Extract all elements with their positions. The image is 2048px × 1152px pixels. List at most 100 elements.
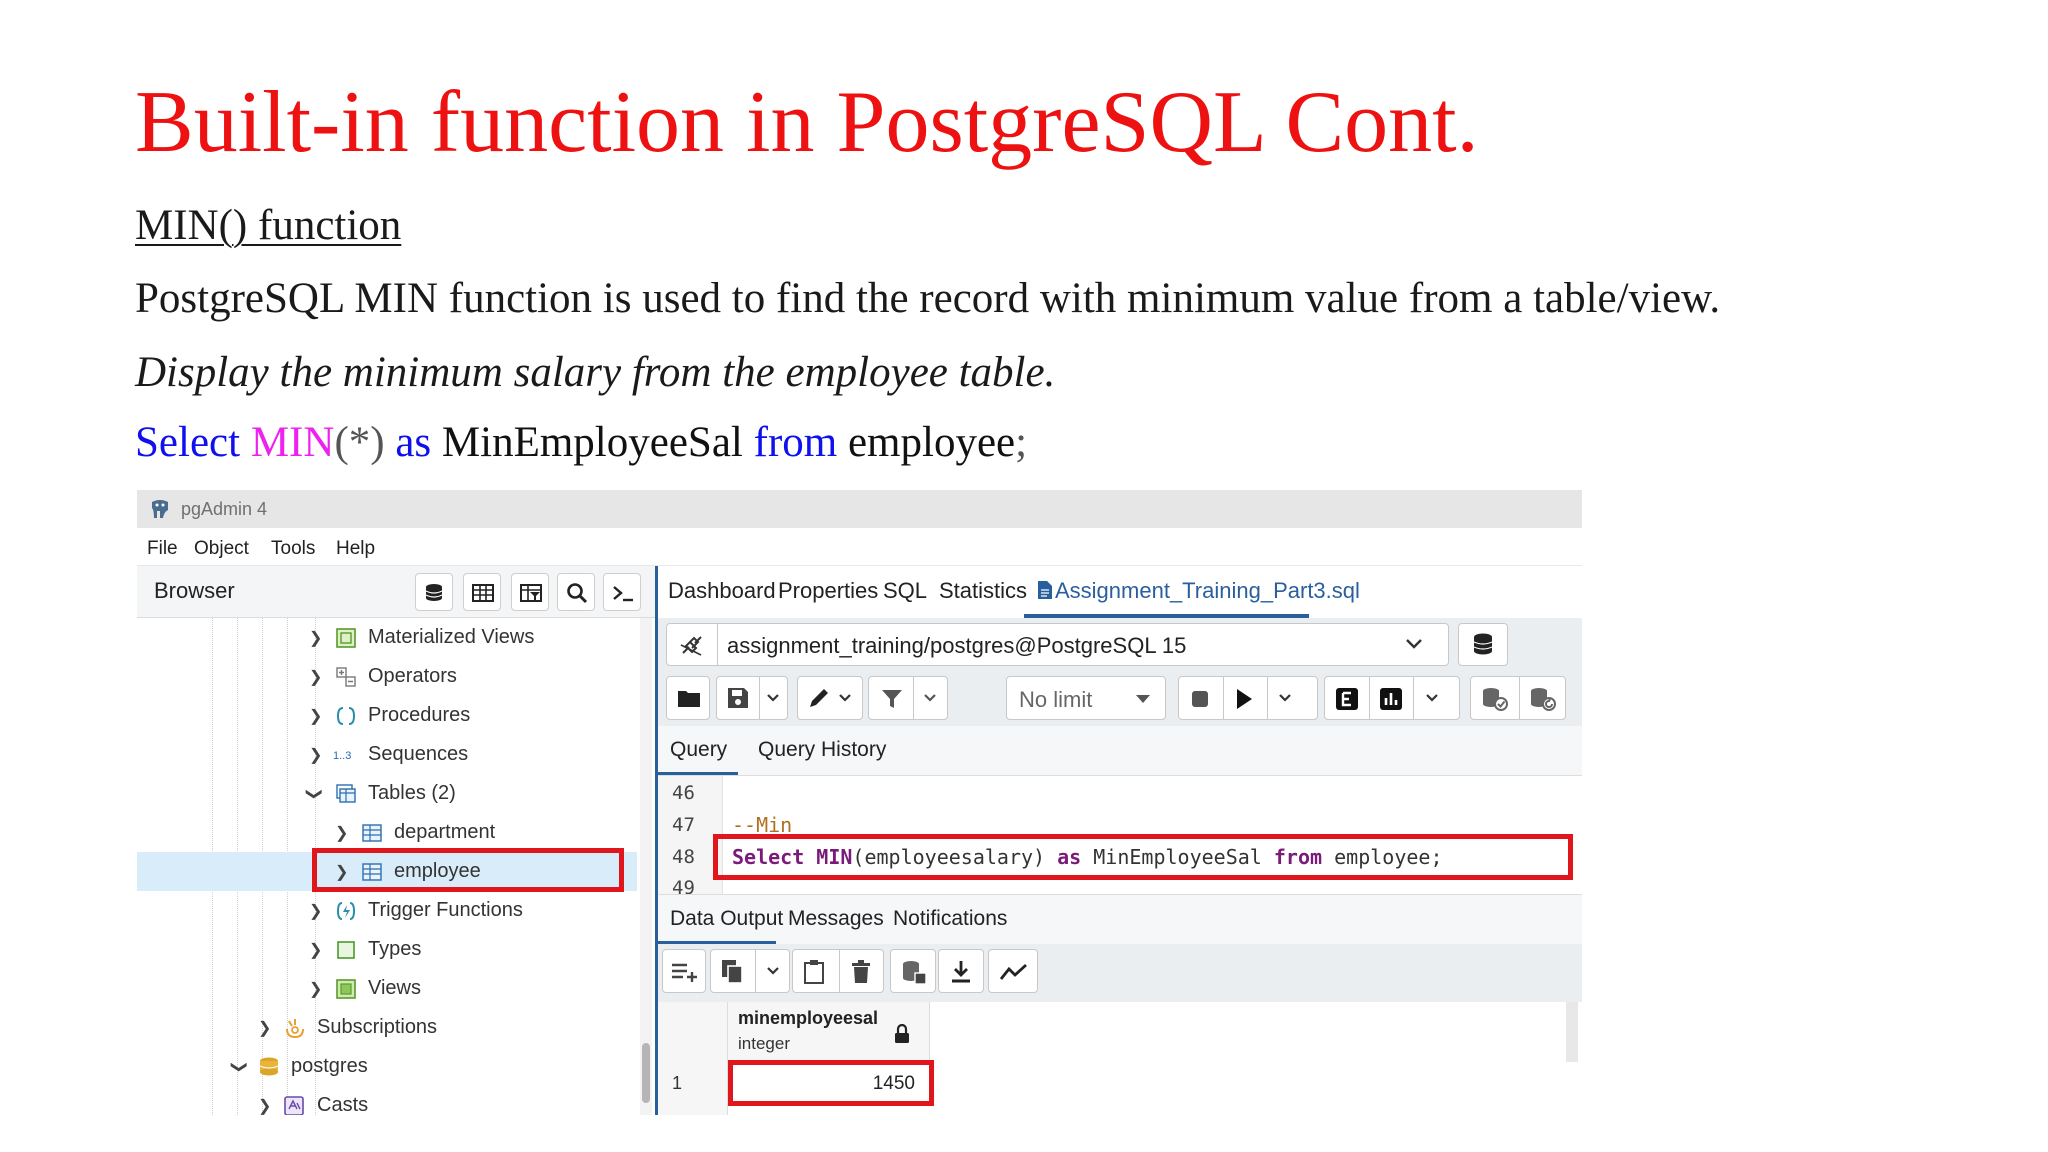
rollback-icon[interactable] [1529,686,1557,712]
search-icon[interactable] [557,573,595,611]
active-subtab-indicator [658,772,738,775]
view-data-icon[interactable] [463,573,501,611]
chevron-right-icon[interactable]: ❯ [309,745,322,765]
chevron-down-icon[interactable] [923,693,937,703]
chevron-down-icon[interactable] [1405,638,1423,650]
chevron-down-icon[interactable] [766,966,780,976]
chevron-down-icon[interactable]: ❯ [230,1060,250,1073]
tree-item-trigger-functions[interactable]: ❯ Trigger Functions [137,891,637,930]
tab-data-output[interactable]: Data Output [670,907,783,931]
menu-bar: File Object Tools Help [137,528,1582,566]
tab-notifications[interactable]: Notifications [893,907,1007,931]
tree-item-types[interactable]: ❯ Types [137,930,637,969]
tree-item-operators[interactable]: ❯ Operators [137,657,637,696]
chevron-right-icon[interactable]: ❯ [309,901,322,921]
explain-icon[interactable] [1335,687,1359,711]
tab-dashboard[interactable]: Dashboard [668,578,776,604]
chevron-right-icon[interactable]: ❯ [309,706,322,726]
column-header[interactable]: minemployeesal integer [728,1002,930,1064]
open-file-button[interactable] [666,676,710,720]
menu-object[interactable]: Object [194,538,249,560]
menu-tools[interactable]: Tools [271,538,315,560]
tab-messages[interactable]: Messages [788,907,884,931]
chevron-down-icon[interactable] [1425,693,1439,703]
tree-item-sequences[interactable]: ❯ 1..3 Sequences [137,735,637,774]
filter-rows-icon[interactable] [511,573,549,611]
tree-item-views[interactable]: ❯ Views [137,969,637,1008]
query-tool-db-icon[interactable] [415,573,453,611]
slide-title: Built-in function in PostgreSQL Cont. [135,74,1479,171]
procedure-icon [336,707,356,725]
database-icon [259,1057,279,1076]
window-titlebar: pgAdmin 4 [137,490,1582,528]
play-icon[interactable] [1235,688,1253,710]
chevron-down-icon[interactable] [766,693,780,703]
explain-controls [1324,676,1460,720]
menu-help[interactable]: Help [336,538,375,560]
tree-item-casts[interactable]: ❯ Casts [137,1086,637,1115]
add-row-button[interactable] [662,949,706,993]
menu-file[interactable]: File [147,538,178,560]
connection-bar: assignment_training/postgres@PostgreSQL … [658,618,1582,671]
tab-statistics[interactable]: Statistics [939,578,1027,604]
database-action-button[interactable] [1458,623,1508,666]
tree-item-department[interactable]: ❯ department [137,813,637,852]
commit-icon[interactable] [1481,686,1509,712]
chevron-right-icon[interactable]: ❯ [309,979,322,999]
tree-item-postgres[interactable]: ❯ postgres [137,1047,637,1086]
svg-text:1..3: 1..3 [333,750,351,762]
tab-query-history[interactable]: Query History [758,738,886,762]
line-chart-icon [999,963,1027,980]
chevron-down-icon[interactable] [1278,693,1292,703]
save-data-button[interactable] [890,949,936,993]
tree-item-procedures[interactable]: ❯ Procedures [137,696,637,735]
tree-item-subscriptions[interactable]: ❯ Subscriptions [137,1008,637,1047]
grid-scrollbar[interactable] [1566,1002,1578,1062]
chevron-right-icon[interactable]: ❯ [258,1018,271,1038]
copy-button[interactable] [710,949,790,993]
explain-analyze-icon[interactable] [1379,687,1403,711]
tree-item-tables[interactable]: ❯ Tables (2) [137,774,637,813]
row-limit-value: No limit [1019,687,1093,712]
chevron-right-icon[interactable]: ❯ [335,823,348,843]
connection-select[interactable]: assignment_training/postgres@PostgreSQL … [666,623,1449,666]
main-tabs: Dashboard Properties SQL Statistics Assi… [658,566,1582,618]
download-button[interactable] [938,949,984,993]
save-file-button[interactable] [716,676,788,720]
chevron-right-icon[interactable]: ❯ [309,940,322,960]
row-limit-select[interactable]: No limit [1006,676,1166,720]
chevron-right-icon[interactable]: ❯ [309,667,322,687]
sequence-icon: 1..3 [333,750,351,762]
chevron-down-icon[interactable]: ❯ [305,787,325,800]
table-icon [362,824,382,842]
view-icon [336,979,356,999]
edit-button[interactable] [797,676,863,720]
tree-item-materialized-views[interactable]: ❯ Materialized Views [137,618,637,657]
column-name: minemployeesal [738,1008,879,1028]
query-table: employee [847,419,1016,466]
chevron-down-icon[interactable] [838,693,852,703]
filter-button[interactable] [868,676,948,720]
graph-visualiser-button[interactable] [988,949,1038,993]
tables-icon [336,784,356,803]
query-alias: MinEmployeeSal [441,419,743,466]
sql-editor[interactable]: 46 47 48 49 --Min Select MIN(employeesal… [658,776,1582,899]
chevron-right-icon[interactable]: ❯ [309,628,322,648]
psql-terminal-icon[interactable] [603,573,641,611]
chevron-right-icon[interactable]: ❯ [258,1096,271,1115]
result-highlight-box [728,1060,934,1106]
tab-query[interactable]: Query [670,738,727,762]
paste-icon[interactable] [803,959,825,985]
stop-icon[interactable] [1191,690,1209,708]
query-semicolon: ; [1015,419,1028,466]
tab-properties[interactable]: Properties [778,578,878,604]
employee-highlight-box [312,848,624,892]
browser-scrollbar[interactable] [640,618,652,1115]
scrollbar-thumb[interactable] [642,1043,650,1103]
tab-query-file[interactable]: Assignment_Training_Part3.sql [1055,578,1360,604]
row-number: 1 [672,1073,683,1093]
cast-icon [284,1096,304,1115]
line-number: 46 [672,782,695,804]
trash-icon[interactable] [851,960,871,984]
tab-sql[interactable]: SQL [883,578,927,604]
